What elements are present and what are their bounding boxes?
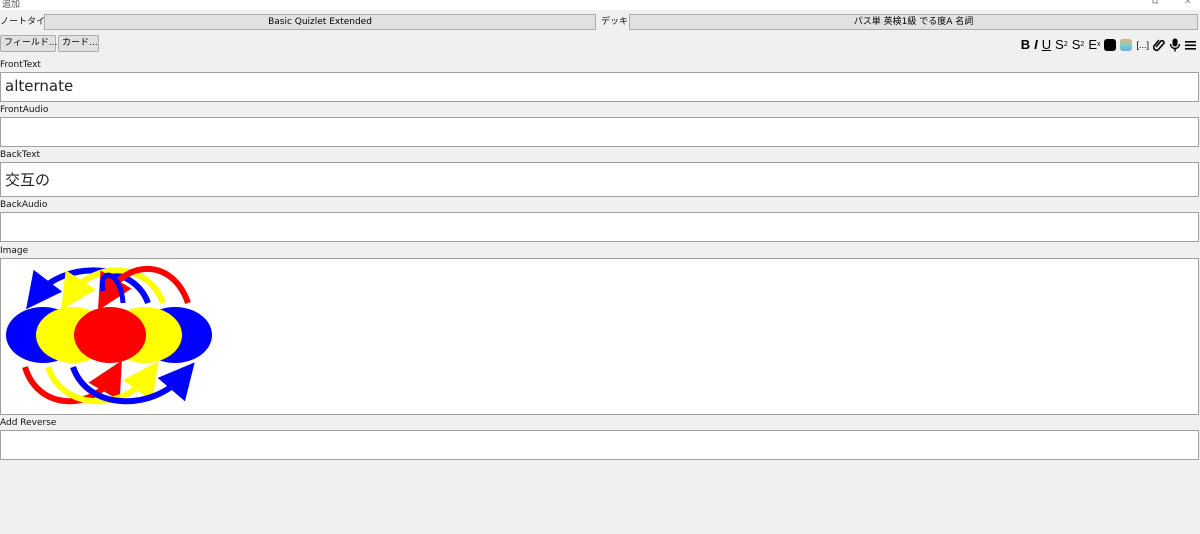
field-value-backtext: 交互の <box>5 171 51 189</box>
alternation-diagram-image <box>6 266 212 405</box>
bold-button[interactable]: B <box>1021 37 1030 53</box>
subscript-label: S <box>1071 37 1081 52</box>
italic-button[interactable]: I <box>1034 37 1038 53</box>
deck-label: デッキ <box>601 17 629 27</box>
superscript-button[interactable]: S2 <box>1055 37 1068 53</box>
format-toolbar: B I U S2 S2 Ex [...] <box>1021 37 1196 53</box>
hamburger-icon[interactable] <box>1185 39 1196 51</box>
superscript-label: S <box>1055 37 1064 52</box>
field-label-image: Image <box>0 246 29 256</box>
underline-button[interactable]: U <box>1042 37 1051 53</box>
fields-button[interactable]: フィールド... <box>0 35 57 52</box>
cards-button[interactable]: カード... <box>58 35 99 52</box>
field-label-frontaudio: FrontAudio <box>0 105 49 115</box>
field-frontaudio[interactable] <box>0 117 1199 147</box>
field-fronttext[interactable]: alternate <box>0 72 1199 102</box>
window-title: 追加 <box>2 0 21 10</box>
deck-selector[interactable]: パス単 英検1級 でる度A 名詞 <box>629 14 1198 30</box>
clear-format-label: E <box>1088 37 1097 52</box>
field-label-addreverse: Add Reverse <box>0 418 57 428</box>
field-image[interactable] <box>0 258 1199 415</box>
field-addreverse[interactable] <box>0 430 1199 460</box>
cloze-button[interactable]: [...] <box>1136 37 1149 53</box>
close-icon[interactable]: ✕ <box>1184 0 1192 7</box>
subscript-button[interactable]: S2 <box>1072 37 1085 53</box>
restore-icon[interactable]: ⧉ <box>1152 0 1158 7</box>
paperclip-icon[interactable] <box>1153 38 1165 52</box>
text-color-button[interactable] <box>1104 39 1117 51</box>
notetype-selector[interactable]: Basic Quizlet Extended <box>44 14 596 30</box>
field-value-fronttext: alternate <box>5 77 74 95</box>
highlight-color-button[interactable] <box>1120 39 1133 51</box>
field-label-backaudio: BackAudio <box>0 200 48 210</box>
field-backaudio[interactable] <box>0 212 1199 242</box>
window-titlebar: 追加 ⧉ ✕ <box>0 0 1200 10</box>
microphone-icon[interactable] <box>1169 38 1181 52</box>
field-backtext[interactable]: 交互の <box>0 162 1199 197</box>
field-label-backtext: BackText <box>0 150 41 160</box>
field-label-fronttext: FrontText <box>0 60 41 70</box>
clear-format-button[interactable]: Ex <box>1088 37 1100 53</box>
